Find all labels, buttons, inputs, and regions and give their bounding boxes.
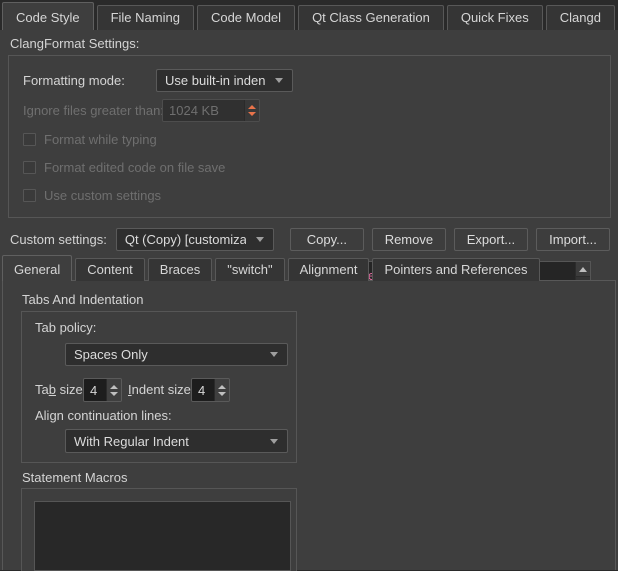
tabs-indentation-title: Tabs And Indentation [22, 292, 143, 307]
style-tab-switch[interactable]: "switch" [215, 258, 284, 281]
style-tab-braces[interactable]: Braces [148, 258, 212, 281]
statement-macros-groupbox [21, 488, 297, 571]
chevron-down-icon [256, 237, 264, 242]
spin-down-icon [248, 112, 256, 116]
checkbox [23, 161, 36, 174]
tabs-indentation-groupbox: Tab policy: Spaces Only Tab size: 4 Inde… [21, 311, 297, 463]
tab-clangd[interactable]: Clangd [546, 5, 615, 30]
ignore-files-value: 1024 KB [163, 100, 244, 121]
spin-up-icon[interactable] [218, 385, 226, 389]
indent-size-label: Indent size: [128, 382, 195, 397]
tab-qt-class-generation[interactable]: Qt Class Generation [298, 5, 444, 30]
ignore-files-spinbox: 1024 KB [162, 99, 260, 122]
spin-arrows[interactable] [106, 379, 121, 401]
align-continuation-label: Align continuation lines: [35, 408, 172, 423]
align-continuation-value: With Regular Indent [74, 434, 189, 449]
spin-arrows [244, 100, 259, 121]
checkbox [23, 133, 36, 146]
chevron-down-icon [270, 352, 278, 357]
copy-button[interactable]: Copy... [290, 228, 364, 251]
tab-policy-label: Tab policy: [35, 320, 96, 335]
indent-size-value: 4 [192, 379, 214, 401]
checkbox-row-format-edited-code-on-file-save: Format edited code on file save [23, 160, 225, 175]
align-continuation-combobox[interactable]: With Regular Indent [65, 429, 288, 453]
tab-code-model[interactable]: Code Model [197, 5, 295, 30]
tab-policy-combobox[interactable]: Spaces Only [65, 343, 288, 366]
clangformat-section-label: ClangFormat Settings: [10, 36, 139, 51]
tab-size-label: Tab size: [35, 382, 86, 397]
spin-down-icon[interactable] [218, 392, 226, 396]
custom-settings-value: Qt (Copy) [customizable] [125, 232, 246, 247]
checkbox-label: Format edited code on file save [44, 160, 225, 175]
statement-macros-title: Statement Macros [22, 470, 128, 485]
checkbox-label: Use custom settings [44, 188, 161, 203]
spin-arrows[interactable] [214, 379, 229, 401]
style-tab-content[interactable]: Content [75, 258, 145, 281]
tab-file-naming[interactable]: File Naming [97, 5, 194, 30]
spin-up-icon[interactable] [110, 385, 118, 389]
checkbox-row-format-while-typing: Format while typing [23, 132, 157, 147]
spin-down-icon[interactable] [110, 392, 118, 396]
style-tab-pointers-and-references[interactable]: Pointers and References [372, 258, 539, 281]
checkbox-row-use-custom-settings: Use custom settings [23, 188, 161, 203]
formatting-mode-combobox[interactable]: Use built-in indenter [156, 69, 293, 92]
style-tab-general[interactable]: General [2, 255, 72, 281]
formatting-mode-label: Formatting mode: [23, 73, 125, 88]
checkbox-label: Format while typing [44, 132, 157, 147]
indent-size-spinbox[interactable]: 4 [191, 378, 230, 402]
style-tabbar: GeneralContentBraces"switch"AlignmentPoi… [2, 256, 618, 281]
import-button[interactable]: Import... [536, 228, 610, 251]
code-style-page: ClangFormat Settings: Formatting mode: U… [0, 30, 618, 570]
tab-size-spinbox[interactable]: 4 [83, 378, 122, 402]
chevron-down-icon [270, 439, 278, 444]
spin-up-icon [248, 105, 256, 109]
style-tab-alignment[interactable]: Alignment [288, 258, 370, 281]
chevron-down-icon [275, 78, 283, 83]
statement-macros-textarea[interactable] [34, 501, 291, 571]
custom-settings-label: Custom settings: [10, 232, 107, 247]
tab-quick-fixes[interactable]: Quick Fixes [447, 5, 543, 30]
remove-button[interactable]: Remove [372, 228, 446, 251]
tab-size-value: 4 [84, 379, 106, 401]
tab-code-style[interactable]: Code Style [2, 2, 94, 30]
ignore-files-label: Ignore files greater than: [23, 103, 164, 118]
tab-policy-value: Spaces Only [74, 347, 148, 362]
custom-settings-combobox[interactable]: Qt (Copy) [customizable] [116, 228, 274, 251]
export-button[interactable]: Export... [454, 228, 528, 251]
custom-settings-row: Custom settings: Qt (Copy) [customizable… [10, 228, 610, 251]
checkbox [23, 189, 36, 202]
clangformat-groupbox: Formatting mode: Use built-in indenter I… [8, 55, 611, 218]
settings-tabbar: Code StyleFile NamingCode ModelQt Class … [2, 0, 618, 30]
formatting-mode-value: Use built-in indenter [165, 73, 265, 88]
